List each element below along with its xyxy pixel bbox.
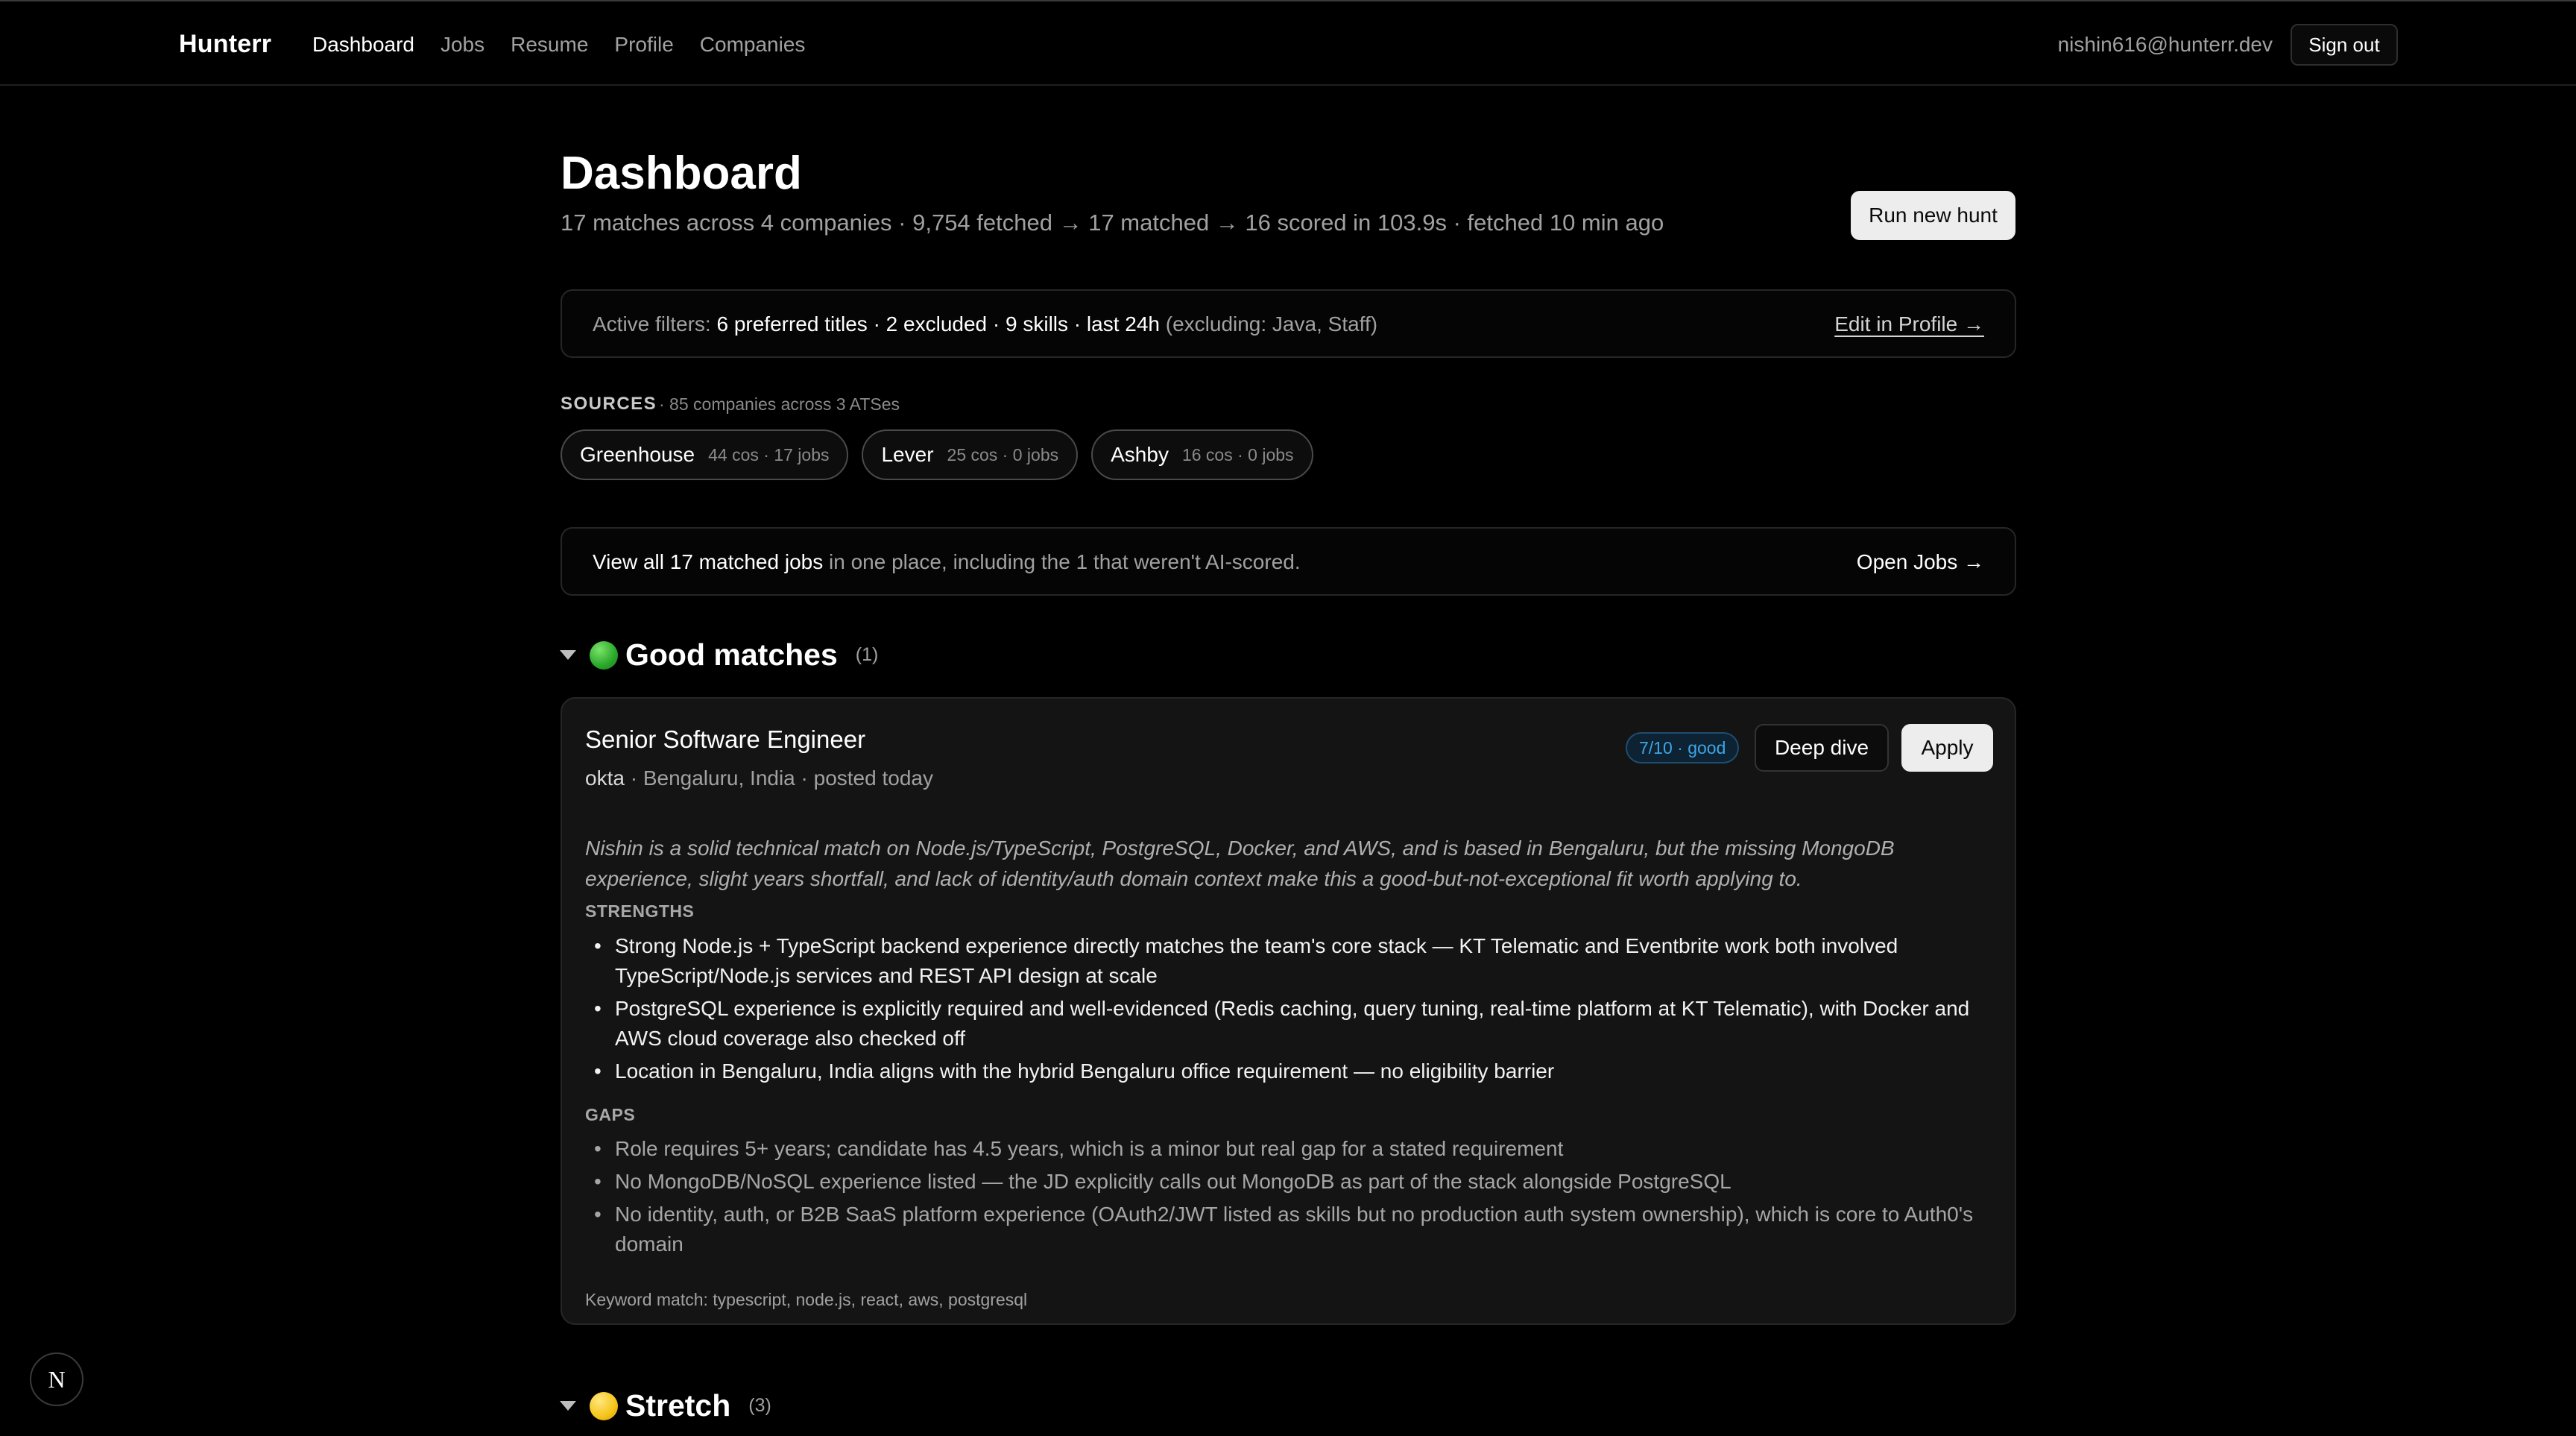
list-item: Strong Node.js + TypeScript backend expe… <box>585 931 1986 991</box>
source-meta: 16 cos · 0 jobs <box>1181 444 1294 465</box>
apply-button[interactable]: Apply <box>1901 724 1993 772</box>
job-title[interactable]: Senior Software Engineer <box>585 725 865 754</box>
source-name: Ashby <box>1111 443 1169 466</box>
source-meta: 44 cos · 17 jobs <box>708 444 830 465</box>
filters-prefix: Active filters: <box>593 312 717 336</box>
top-nav-bar: Hunterr Dashboard Jobs Resume Profile Co… <box>0 0 2576 86</box>
edit-in-profile-link[interactable]: Edit in Profile → <box>1834 312 1984 336</box>
job-company: okta <box>585 766 625 790</box>
open-jobs-link[interactable]: Open Jobs → <box>1857 550 1984 574</box>
nav-item-profile[interactable]: Profile <box>614 33 673 57</box>
list-item: Location in Bengaluru, India aligns with… <box>585 1056 1986 1086</box>
sign-out-button[interactable]: Sign out <box>2291 24 2398 66</box>
match-summary: Nishin is a solid technical match on Nod… <box>585 837 1895 890</box>
source-name: Greenhouse <box>580 443 695 466</box>
run-new-hunt-button[interactable]: Run new hunt <box>1851 191 2015 240</box>
view-all-text: View all 17 matched jobs in one place, i… <box>593 550 1301 574</box>
brand-logo[interactable]: Hunterr <box>179 30 271 59</box>
source-chips: Greenhouse 44 cos · 17 jobs Lever 25 cos… <box>561 429 1313 480</box>
active-filters-text: Active filters: 6 preferred titles · 2 e… <box>593 312 1377 336</box>
keyword-match: Keyword match: typescript, node.js, reac… <box>585 1290 1028 1309</box>
score-badge: 7/10 · good <box>1626 732 1740 763</box>
section-header-good-matches[interactable]: Good matches (1) <box>560 637 879 673</box>
section-header-stretch[interactable]: Stretch (3) <box>560 1388 771 1423</box>
filters-excluding: (excluding: Java, Staff) <box>1159 312 1378 336</box>
job-location-date: · Bengaluru, India · posted today <box>624 766 933 790</box>
strengths-list: Strong Node.js + TypeScript backend expe… <box>585 931 1986 1089</box>
section-title: Stretch <box>625 1388 731 1423</box>
sources-label: SOURCES <box>561 394 657 414</box>
nav-item-resume[interactable]: Resume <box>511 33 588 57</box>
active-filters-panel: Active filters: 6 preferred titles · 2 e… <box>561 289 2016 358</box>
user-email: nishin616@hunterr.dev <box>2057 33 2273 56</box>
list-item: Role requires 5+ years; candidate has 4.… <box>585 1134 1986 1164</box>
nav-item-dashboard[interactable]: Dashboard <box>312 33 414 57</box>
view-all-rest: in one place, including the 1 that weren… <box>823 550 1301 573</box>
nextjs-badge-icon[interactable]: N <box>30 1352 83 1406</box>
job-card: Senior Software Engineer okta · Bengalur… <box>561 697 2016 1325</box>
source-chip-ashby[interactable]: Ashby 16 cos · 0 jobs <box>1091 429 1313 480</box>
page-title: Dashboard <box>561 148 802 199</box>
view-all-jobs-panel: View all 17 matched jobs in one place, i… <box>561 527 2016 596</box>
nav-item-companies[interactable]: Companies <box>700 33 806 57</box>
list-item: No MongoDB/NoSQL experience listed — the… <box>585 1167 1986 1197</box>
sources-summary: · 85 companies across 3 ATSes <box>659 394 900 414</box>
gaps-label: GAPS <box>585 1105 636 1124</box>
section-count: (3) <box>748 1395 771 1416</box>
main-nav: Dashboard Jobs Resume Profile Companies <box>312 33 805 57</box>
gaps-list: Role requires 5+ years; candidate has 4.… <box>585 1134 1986 1262</box>
source-chip-greenhouse[interactable]: Greenhouse 44 cos · 17 jobs <box>561 429 849 480</box>
nav-item-jobs[interactable]: Jobs <box>441 33 484 57</box>
chevron-down-icon[interactable] <box>560 1401 576 1411</box>
job-meta: okta · Bengaluru, India · posted today <box>585 766 933 790</box>
strengths-label: STRENGTHS <box>585 901 695 921</box>
page-subtitle: 17 matches across 4 companies · 9,754 fe… <box>561 210 1664 236</box>
list-item: PostgreSQL experience is explicitly requ… <box>585 994 1986 1054</box>
view-all-bold: View all 17 matched jobs <box>593 550 824 573</box>
source-name: Lever <box>881 443 934 466</box>
filters-summary: 6 preferred titles · 2 excluded · 9 skil… <box>716 312 1160 336</box>
source-chip-lever[interactable]: Lever 25 cos · 0 jobs <box>862 429 1079 480</box>
section-count: (1) <box>855 644 879 665</box>
chevron-down-icon[interactable] <box>560 650 576 660</box>
yellow-circle-icon <box>590 1391 618 1420</box>
list-item: No identity, auth, or B2B SaaS platform … <box>585 1200 1986 1259</box>
source-meta: 25 cos · 0 jobs <box>947 444 1059 465</box>
section-title: Good matches <box>625 637 838 672</box>
deep-dive-button[interactable]: Deep dive <box>1755 724 1889 772</box>
green-circle-icon <box>590 640 618 670</box>
